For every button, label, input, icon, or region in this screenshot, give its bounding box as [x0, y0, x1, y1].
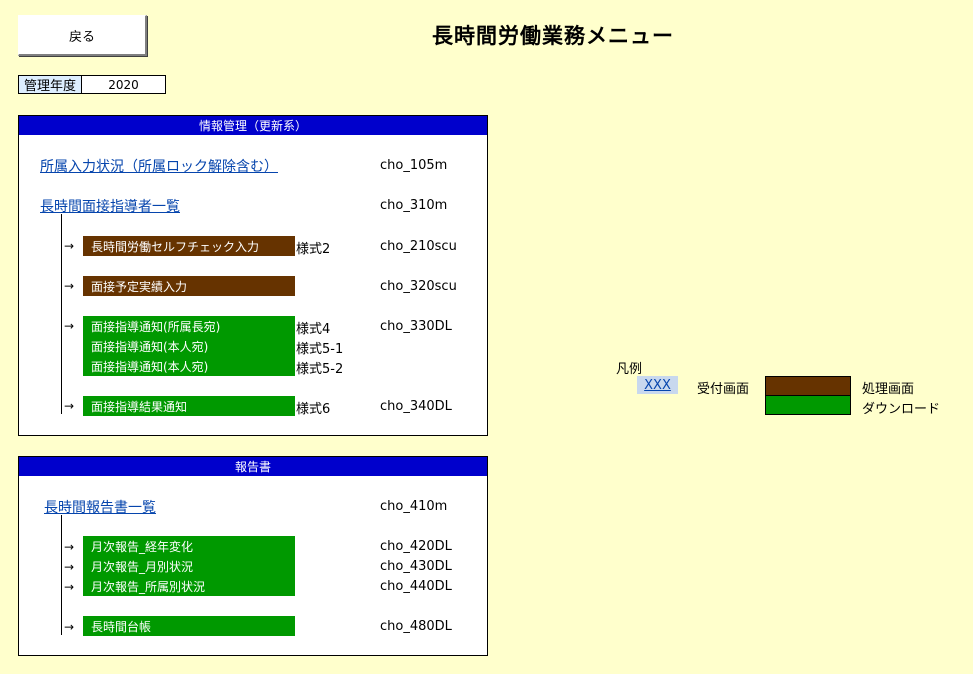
info-panel-header: 情報管理（更新系）	[19, 116, 487, 135]
legend-green-swatch	[765, 395, 851, 415]
code-label: cho_410m	[380, 499, 448, 514]
code-label: cho_330DL	[380, 319, 452, 334]
menu-notice-to-person-1[interactable]: 面接指導通知(本人宛)	[83, 336, 295, 356]
legend-link-sample: XXX	[637, 376, 678, 394]
arrow-icon: →	[64, 560, 75, 574]
code-label: cho_320scu	[380, 279, 457, 294]
form-label: 様式2	[296, 242, 331, 257]
code-label: cho_105m	[380, 158, 448, 173]
arrow-icon: →	[64, 319, 75, 333]
form-label: 様式5-2	[296, 362, 344, 377]
menu-interview-result-notice[interactable]: 面接指導結果通知	[83, 396, 295, 416]
form-label: 様式4	[296, 322, 331, 337]
form-label: 様式6	[296, 402, 331, 417]
menu-self-check-input[interactable]: 長時間労働セルフチェック入力	[83, 236, 295, 256]
menu-long-hours-ledger[interactable]: 長時間台帳	[83, 616, 295, 636]
arrow-icon: →	[64, 580, 75, 594]
legend-green-desc: ダウンロード	[862, 402, 941, 417]
menu-monthly-report-yearly[interactable]: 月次報告_経年変化	[83, 536, 295, 556]
code-label: cho_440DL	[380, 579, 452, 594]
info-management-panel: 情報管理（更新系） 所属入力状況（所属ロック解除含む） cho_105m 長時間…	[18, 115, 488, 436]
tree-line	[61, 214, 62, 414]
code-label: cho_430DL	[380, 559, 452, 574]
report-panel-header: 報告書	[19, 457, 487, 476]
arrow-icon: →	[64, 620, 75, 634]
year-label: 管理年度	[18, 75, 82, 94]
legend-title: 凡例	[616, 362, 643, 377]
link-affiliation-input-status[interactable]: 所属入力状況（所属ロック解除含む）	[40, 156, 278, 176]
arrow-icon: →	[64, 279, 75, 293]
code-label: cho_420DL	[380, 539, 452, 554]
menu-interview-schedule-input[interactable]: 面接予定実績入力	[83, 276, 295, 296]
code-label: cho_310m	[380, 198, 448, 213]
form-label: 様式5-1	[296, 342, 344, 357]
arrow-icon: →	[64, 540, 75, 554]
legend-brown-desc: 処理画面	[862, 382, 915, 397]
link-long-hours-report-list[interactable]: 長時間報告書一覧	[44, 497, 156, 517]
arrow-icon: →	[64, 399, 75, 413]
link-interview-guidance-list[interactable]: 長時間面接指導者一覧	[40, 196, 180, 216]
back-button[interactable]: 戻る	[18, 15, 147, 56]
tree-line	[61, 515, 62, 635]
code-label: cho_340DL	[380, 399, 452, 414]
page-title: 長時間労働業務メニュー	[432, 24, 674, 48]
menu-notice-to-person-2[interactable]: 面接指導通知(本人宛)	[83, 356, 295, 376]
code-label: cho_480DL	[380, 619, 452, 634]
legend-brown-swatch	[765, 376, 851, 396]
code-label: cho_210scu	[380, 239, 457, 254]
legend-link-desc: 受付画面	[697, 382, 750, 397]
report-panel: 報告書 長時間報告書一覧 cho_410m → → → 月次報告_経年変化 月次…	[18, 456, 488, 656]
arrow-icon: →	[64, 239, 75, 253]
menu-monthly-report-by-affiliation[interactable]: 月次報告_所属別状況	[83, 576, 295, 596]
menu-notice-to-manager[interactable]: 面接指導通知(所属長宛)	[83, 316, 295, 336]
year-value-field[interactable]: 2020	[82, 75, 166, 94]
menu-monthly-report-by-month[interactable]: 月次報告_月別状況	[83, 556, 295, 576]
